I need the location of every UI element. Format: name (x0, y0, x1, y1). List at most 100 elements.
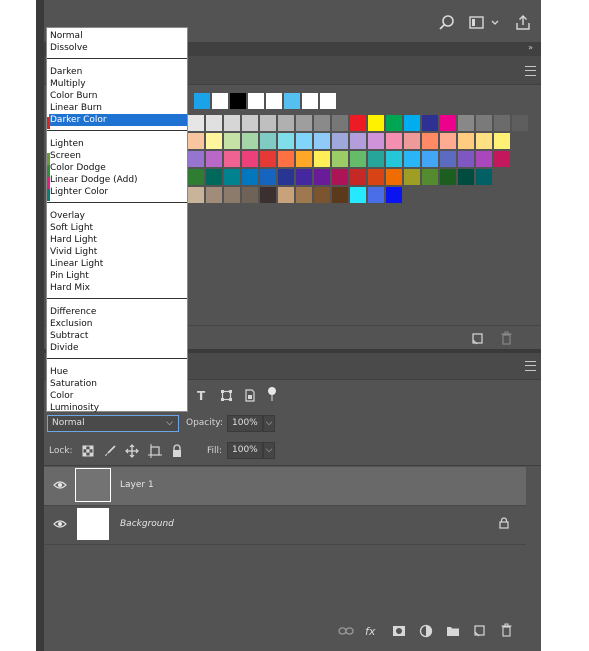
add-mask-icon[interactable] (392, 625, 406, 637)
blend-mode-option[interactable]: Vivid Light (49, 246, 187, 258)
blend-mode-option[interactable]: Lighten (49, 138, 187, 150)
color-swatch[interactable] (278, 187, 294, 203)
search-icon[interactable] (438, 14, 456, 32)
color-swatch[interactable] (188, 187, 204, 203)
color-swatch[interactable] (440, 151, 456, 167)
color-swatch[interactable] (242, 115, 258, 131)
color-swatch[interactable] (224, 169, 240, 185)
color-swatch[interactable] (422, 115, 438, 131)
color-swatch[interactable] (350, 187, 366, 203)
color-swatch[interactable] (188, 151, 204, 167)
delete-layer-icon[interactable] (500, 623, 513, 637)
color-swatch[interactable] (404, 115, 420, 131)
blend-mode-option[interactable]: Luminosity (49, 402, 187, 414)
blend-mode-select[interactable]: Normal ⌵ (47, 415, 179, 432)
color-swatch[interactable] (188, 169, 204, 185)
collapse-panels-icon[interactable]: » (528, 43, 533, 52)
color-swatch[interactable] (314, 187, 330, 203)
color-swatch[interactable] (260, 187, 276, 203)
color-swatch[interactable] (320, 93, 336, 109)
smart-object-filter-icon[interactable] (244, 389, 256, 402)
color-swatch[interactable] (314, 133, 330, 149)
opacity-input[interactable]: 100% (227, 415, 263, 432)
color-swatch[interactable] (386, 151, 402, 167)
color-swatch[interactable] (476, 115, 492, 131)
blend-mode-option[interactable]: Screen (49, 150, 187, 162)
color-swatch[interactable] (494, 115, 510, 131)
lock-transparent-pixels-icon[interactable] (82, 445, 94, 457)
color-swatch[interactable] (278, 151, 294, 167)
color-swatch[interactable] (476, 169, 492, 185)
color-swatch[interactable] (314, 169, 330, 185)
color-swatch[interactable] (206, 115, 222, 131)
color-swatch[interactable] (386, 115, 402, 131)
blend-mode-option[interactable]: Linear Burn (49, 102, 187, 114)
color-swatch[interactable] (494, 133, 510, 149)
color-swatch[interactable] (224, 133, 240, 149)
color-swatch[interactable] (458, 133, 474, 149)
color-swatch[interactable] (386, 169, 402, 185)
color-swatch[interactable] (188, 133, 204, 149)
color-swatch[interactable] (386, 133, 402, 149)
color-swatch[interactable] (368, 169, 384, 185)
color-swatch[interactable] (458, 169, 474, 185)
blend-mode-option[interactable]: Hard Mix (49, 282, 187, 294)
color-swatch[interactable] (278, 133, 294, 149)
color-swatch[interactable] (314, 151, 330, 167)
layers-panel-menu-icon[interactable] (525, 361, 536, 371)
blend-mode-option[interactable]: Pin Light (49, 270, 187, 282)
new-swatch-icon[interactable] (471, 332, 484, 345)
visibility-eye-icon[interactable] (53, 519, 67, 529)
color-swatch[interactable] (296, 169, 312, 185)
color-swatch[interactable] (242, 187, 258, 203)
color-swatch[interactable] (212, 93, 228, 109)
color-swatch[interactable] (476, 133, 492, 149)
workspace-icon[interactable] (468, 14, 486, 32)
layer-name[interactable]: Background (120, 519, 174, 529)
color-swatch[interactable] (350, 151, 366, 167)
color-swatch[interactable] (242, 151, 258, 167)
color-swatch[interactable] (404, 151, 420, 167)
color-swatch[interactable] (458, 151, 474, 167)
color-swatch[interactable] (422, 169, 438, 185)
color-swatch[interactable] (422, 133, 438, 149)
shape-layer-filter-icon[interactable] (220, 389, 233, 402)
color-swatch[interactable] (224, 187, 240, 203)
blend-mode-option[interactable]: Difference (49, 306, 187, 318)
color-swatch[interactable] (350, 169, 366, 185)
color-swatch[interactable] (332, 187, 348, 203)
color-swatch[interactable] (332, 151, 348, 167)
adjustment-layer-icon[interactable] (419, 624, 433, 638)
color-swatch[interactable] (404, 169, 420, 185)
blend-mode-option[interactable]: Color (49, 390, 187, 402)
color-swatch[interactable] (368, 151, 384, 167)
blend-mode-option[interactable]: Hard Light (49, 234, 187, 246)
color-swatch[interactable] (278, 169, 294, 185)
blend-mode-option[interactable]: Color Dodge (49, 162, 187, 174)
visibility-eye-icon[interactable] (53, 480, 67, 490)
color-swatch[interactable] (440, 133, 456, 149)
share-icon[interactable] (514, 14, 532, 32)
fill-input[interactable]: 100% (227, 442, 263, 459)
blend-mode-option[interactable]: Hue (49, 366, 187, 378)
lock-all-icon[interactable] (171, 444, 183, 458)
color-swatch[interactable] (350, 133, 366, 149)
blend-mode-option[interactable]: Color Burn (49, 90, 187, 102)
color-swatch[interactable] (368, 187, 384, 203)
color-swatch[interactable] (314, 115, 330, 131)
color-swatch[interactable] (242, 133, 258, 149)
blend-mode-option[interactable]: Dissolve (49, 42, 187, 54)
blend-mode-option[interactable]: Subtract (49, 330, 187, 342)
layer-row-layer-1[interactable]: Layer 1 (44, 467, 526, 506)
color-swatch[interactable] (224, 151, 240, 167)
color-swatch[interactable] (494, 151, 510, 167)
color-swatch[interactable] (296, 187, 312, 203)
blend-mode-option[interactable]: Exclusion (49, 318, 187, 330)
delete-swatch-icon[interactable] (500, 331, 513, 345)
lock-position-icon[interactable] (125, 444, 139, 458)
color-swatch[interactable] (224, 115, 240, 131)
color-swatch[interactable] (386, 187, 402, 203)
color-swatch[interactable] (266, 93, 282, 109)
blend-mode-option[interactable]: Lighter Color (49, 186, 187, 198)
color-swatch[interactable] (206, 151, 222, 167)
